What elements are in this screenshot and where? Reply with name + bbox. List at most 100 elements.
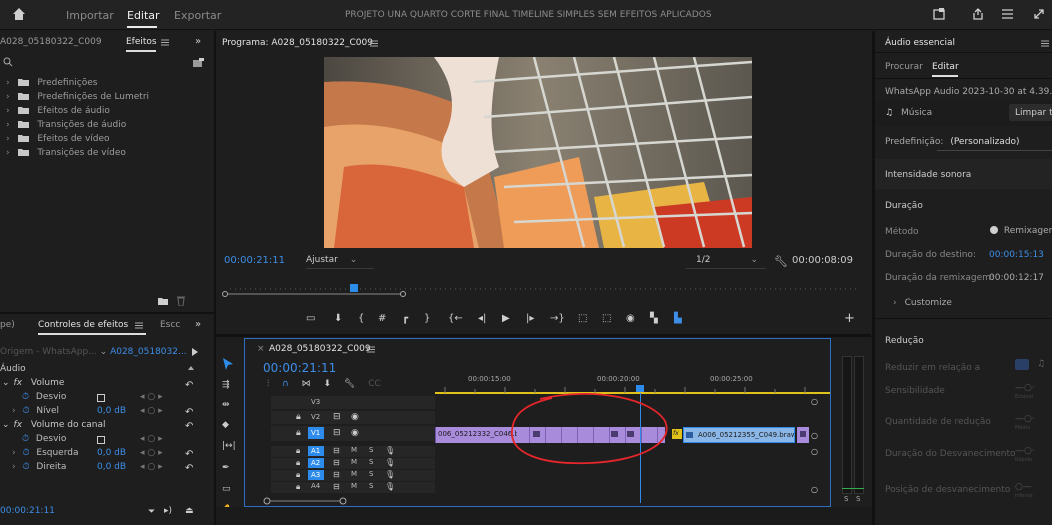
pen-tool-icon[interactable]: ✒ [222,463,230,473]
resolution-dropdown[interactable]: 1/2 ⌄ [686,255,766,269]
panel-menu-icon[interactable] [367,346,375,353]
program-monitor-title[interactable]: Programa: A028_05180322_C009 [222,38,373,48]
track-v1-header[interactable]: 🔒︎ V1 ⊟ ◉ [271,426,435,441]
bypass-checkbox[interactable] [97,394,105,402]
play-icon[interactable]: ▶ [502,313,510,324]
track-a2-header[interactable]: 🔒︎ A2 ⊟ MS 🎙︎ [271,458,435,469]
reset-icon[interactable]: ↶ [185,380,193,391]
share-icon[interactable] [972,8,984,20]
program-video-frame[interactable] [324,57,752,248]
snap-icon[interactable]: ∩ [282,379,289,389]
solo-right-label[interactable]: S [856,495,860,503]
timeline-timecode[interactable]: 00:00:21:11 [263,361,336,375]
tab-prev-panel[interactable]: pe) [0,320,15,330]
go-to-in-point-icon[interactable]: {← [448,313,463,324]
track-v3-header[interactable]: V3 [271,396,435,409]
go-to-in-icon[interactable]: # [378,313,386,324]
vr-toggle-icon[interactable]: ▙ [674,313,682,324]
fade-position-slider[interactable]: ○— [1015,482,1032,492]
keyframe-nav[interactable]: ◂ ○ ▸ [140,448,163,458]
extract-icon[interactable]: ⬚ [602,313,611,324]
play-audio-icon[interactable]: ▸) [164,506,172,516]
clip-v1-right[interactable]: A006_05212355_C049.braw [683,427,795,443]
source-selector[interactable]: Origem - WhatsApp... ⌄ A028_0518032... [0,347,187,357]
close-tab-icon[interactable]: × [257,344,265,354]
track-select-tool-icon[interactable]: ⇶ [222,380,230,390]
program-playhead-timecode[interactable]: 00:00:21:11 [224,255,285,266]
reset-icon[interactable]: ↶ [185,407,193,418]
nav-edit[interactable]: Editar [127,9,160,22]
tree-item-lumetri-presets[interactable]: › Predefinições de Lumetri [0,92,149,106]
ripple-edit-tool-icon[interactable]: ⇹ [222,400,230,410]
keyframe-nav[interactable]: ◂ ○ ▸ [140,462,163,472]
effect-controls-timecode[interactable]: 00:00:21:11 [0,506,55,516]
track-v2-header[interactable]: 🔒︎ V2 ⊟ ◉ [271,411,435,424]
filter-icon[interactable]: ⏷ [148,507,155,517]
tree-item-video-effects[interactable]: › Efeitos de vídeo [0,134,110,148]
captions-icon[interactable]: CC [368,379,381,389]
keyframe-nav[interactable]: ◂ ○ ▸ [140,434,163,444]
tab-edit[interactable]: Editar [932,62,959,72]
razor-tool-icon[interactable]: ◆ [222,420,229,430]
keyframe-nav[interactable]: ◂ ○ ▸ [140,392,163,402]
clip-v1-tail[interactable] [797,427,809,443]
tab-effect-controls[interactable]: Controles de efeitos [38,320,128,330]
panel-expand-icon[interactable]: » [195,36,201,47]
quick-export-icon[interactable] [933,8,945,20]
mark-in-icon[interactable]: { [358,313,364,324]
wrench-icon[interactable]: 🔧︎ [344,379,355,389]
tab-audio-mixer[interactable]: Escc [160,320,180,330]
nav-import[interactable]: Importar [66,9,114,22]
program-time-ruler[interactable] [220,283,860,297]
step-back-icon[interactable]: ◂| [478,313,486,324]
tree-item-audio-effects[interactable]: › Efeitos de áudio [0,106,110,120]
delete-icon[interactable] [177,296,185,306]
slip-tool-icon[interactable]: |↔| [222,441,236,451]
reset-icon[interactable]: ↶ [185,421,193,432]
workspace-menu-icon[interactable] [1001,8,1014,20]
safe-margins-icon[interactable]: ▭ [306,313,315,324]
linked-selection-icon[interactable]: ⋈ [302,379,311,389]
fade-duration-slider[interactable]: —○· [1015,446,1035,456]
bypass-checkbox[interactable] [97,436,105,444]
add-marker-icon[interactable]: ⬇ [334,313,342,324]
step-forward-icon[interactable]: |▸ [526,313,534,324]
music-icon[interactable]: ♫ [1037,359,1045,369]
tab-browse[interactable]: Procurar [885,62,923,72]
reduction-amount-slider[interactable]: —○· [1015,414,1035,424]
export-icon[interactable]: ⏏ [185,506,194,516]
left-value[interactable]: 0,0 dB [97,448,126,458]
speech-bubble-icon[interactable] [1015,359,1029,370]
panel-menu-icon[interactable] [135,322,143,329]
panel-expand-icon[interactable]: » [195,319,201,330]
timeline-tab[interactable]: A028_05180322_C009 [269,344,371,354]
project-panel-name[interactable]: A028_05180322_C009 [0,37,102,47]
reset-icon[interactable]: ↶ [185,449,193,460]
level-value[interactable]: 0,0 dB [97,406,126,416]
sensitivity-slider[interactable]: —○· [1015,383,1035,393]
wrench-icon[interactable]: 🔧︎ [774,255,788,268]
track-a4-header[interactable]: 🔒︎ A4 ⊟ MS 🎙︎ [271,482,435,493]
new-bin-icon[interactable] [193,58,204,67]
mark-clip-icon[interactable]: ┏ [402,313,408,324]
time-ruler[interactable]: 00:00:15:00 00:00:20:00 00:00:25:00 [435,339,830,399]
track-a1-header[interactable]: 🔒︎ A1 ⊟ MS 🎙︎ [271,446,435,457]
scroll-up-icon[interactable] [188,366,194,370]
tab-effects[interactable]: Efeitos [126,37,157,47]
home-icon[interactable] [12,7,26,21]
panel-menu-icon[interactable] [161,39,169,46]
effect-volume[interactable]: ⌄ fx Volume [0,378,64,392]
new-custom-bin-icon[interactable] [158,297,168,305]
target-duration-value[interactable]: 00:00:15:13 [989,250,1044,260]
customize-toggle[interactable]: › Customize [893,298,952,308]
solo-left-label[interactable]: S [844,495,848,503]
go-to-out-icon[interactable]: →} [550,313,565,324]
comparison-view-icon[interactable]: ▚ [650,313,658,324]
fullscreen-icon[interactable] [1033,8,1045,20]
add-marker-icon[interactable]: ⬇ [323,379,331,389]
add-button-icon[interactable]: + [844,311,855,326]
nest-icon[interactable]: ⫶ [267,379,269,389]
panel-menu-icon[interactable] [370,40,378,47]
mark-out-icon[interactable]: } [424,313,430,324]
play-clip-icon[interactable] [192,348,198,356]
